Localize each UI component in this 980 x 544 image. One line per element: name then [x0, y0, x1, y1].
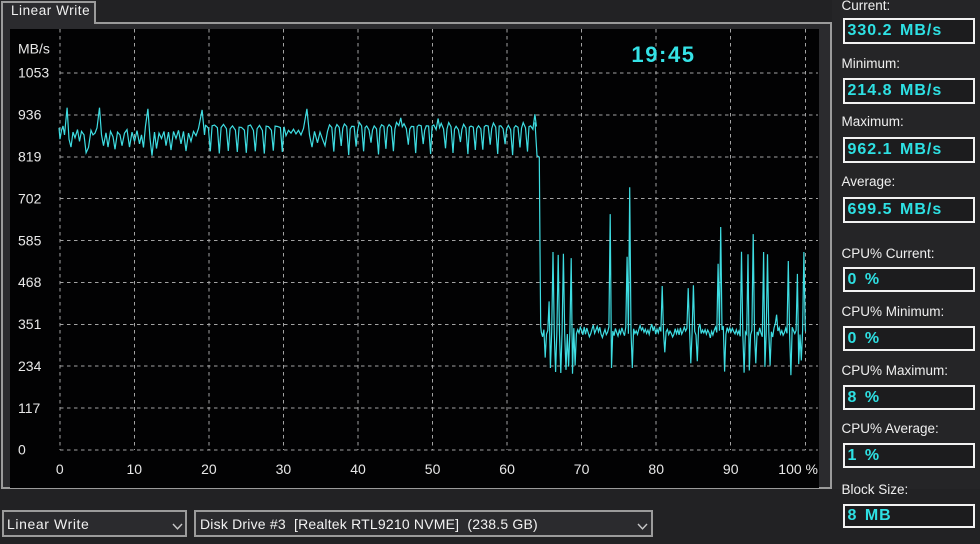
svg-text:585: 585 — [18, 232, 42, 248]
svg-text:80: 80 — [648, 461, 664, 477]
svg-text:70: 70 — [574, 461, 590, 477]
svg-text:MB/s: MB/s — [18, 41, 50, 57]
svg-text:936: 936 — [18, 107, 42, 123]
svg-text:60: 60 — [499, 461, 515, 477]
svg-text:90: 90 — [723, 461, 739, 477]
svg-text:234: 234 — [18, 358, 42, 374]
svg-text:20: 20 — [201, 461, 217, 477]
svg-text:468: 468 — [18, 274, 42, 290]
svg-text:10: 10 — [127, 461, 143, 477]
svg-text:702: 702 — [18, 190, 42, 206]
svg-text:351: 351 — [18, 316, 42, 332]
svg-text:100 %: 100 % — [778, 461, 818, 477]
svg-text:19:45: 19:45 — [631, 42, 695, 67]
svg-text:50: 50 — [425, 461, 441, 477]
svg-text:1053: 1053 — [18, 65, 49, 81]
svg-text:30: 30 — [276, 461, 292, 477]
svg-text:40: 40 — [350, 461, 366, 477]
svg-text:0: 0 — [18, 442, 26, 458]
svg-text:819: 819 — [18, 149, 42, 165]
svg-text:0: 0 — [56, 461, 64, 477]
svg-text:117: 117 — [18, 400, 41, 416]
